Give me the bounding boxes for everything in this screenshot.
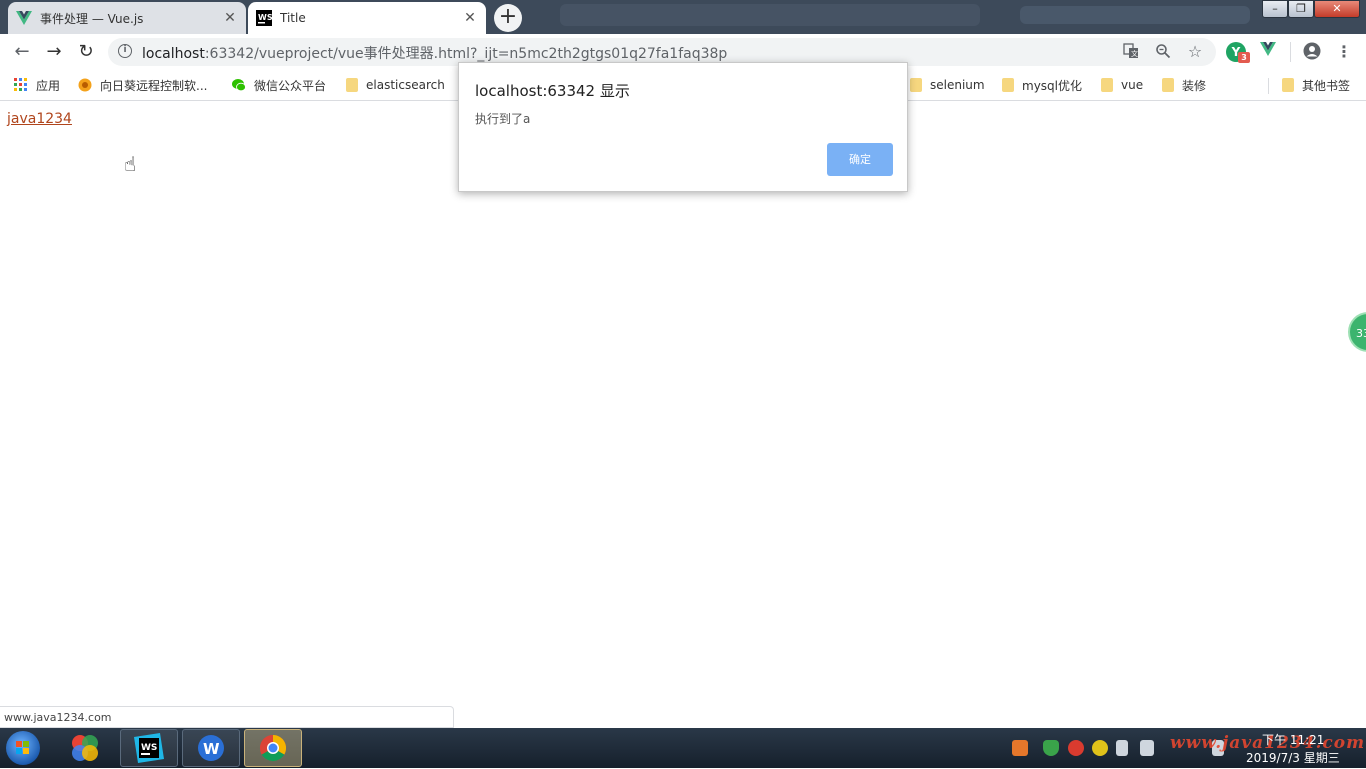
forward-button[interactable]: → [42,40,66,64]
bookmark-wechat[interactable]: 微信公众平台 [232,76,326,94]
start-button[interactable] [4,730,44,766]
bookmark-label: 应用 [36,78,61,93]
minimize-button[interactable]: – [1262,0,1288,18]
taskbar-app-colorful[interactable] [56,729,114,767]
tray-flag-icon[interactable] [1140,740,1154,756]
bookmark-label: vue [1121,78,1144,92]
extension-icon[interactable]: Y 3 [1226,42,1250,63]
tab-title: Title [280,11,306,25]
reload-button[interactable]: ↻ [74,40,98,64]
hand-cursor-icon: ☝ [124,152,137,176]
folder-icon [910,78,922,92]
chrome-icon [259,734,287,762]
clock-time[interactable]: 下午 11:21 [1262,731,1324,748]
bookmarks-divider [1268,78,1269,94]
bookmark-decoration[interactable]: 装修 [1162,76,1206,94]
info-icon[interactable]: i [118,44,132,58]
bookmark-sunflower[interactable]: 向日葵远程控制软... [78,76,207,94]
folder-icon [1282,78,1294,92]
close-window-button[interactable]: ✕ [1314,0,1360,18]
dialog-message: 执行到了a [475,112,531,126]
bookmark-label: 其他书签 [1302,78,1351,93]
tray-shield-icon[interactable] [1043,740,1059,756]
new-tab-button[interactable]: + [494,4,522,32]
svg-text:W: W [203,740,220,758]
folder-icon [1162,78,1174,92]
extension-badge: 3 [1238,52,1250,63]
webstorm-logo-icon: WS [256,10,272,26]
tab-close-icon[interactable]: ✕ [462,10,478,26]
svg-text:文: 文 [1131,49,1138,58]
url-text[interactable]: localhost:63342/vueproject/vue事件处理器.html… [142,43,727,63]
blurred-region [1020,6,1250,24]
taskbar-app-wps[interactable]: W [182,729,240,767]
blurred-region [560,4,980,26]
folder-icon [1002,78,1014,92]
tab-close-icon[interactable]: ✕ [222,10,238,26]
bookmark-label: 微信公众平台 [254,78,327,93]
taskbar-app-webstorm[interactable]: WS [120,729,178,767]
bookmark-vue[interactable]: vue [1101,76,1143,94]
apps-grid-icon [14,78,27,91]
folder-icon [346,78,358,92]
bookmark-selenium[interactable]: selenium [910,76,985,94]
taskbar-app-chrome[interactable] [244,729,302,767]
tab-strip: 事件处理 — Vue.js ✕ WS Title ✕ + – ❐ ✕ [0,0,1366,34]
bookmark-label: 装修 [1182,78,1207,93]
menu-icon[interactable]: ⋮ [1334,42,1354,62]
tab-title-page[interactable]: WS Title ✕ [248,2,486,34]
tray-antivirus-icon[interactable] [1068,740,1084,756]
java1234-link[interactable]: java1234 [7,111,72,127]
tab-title: 事件处理 — Vue.js [40,11,144,26]
toolbar-divider [1290,42,1291,62]
restore-button[interactable]: ❐ [1288,0,1314,18]
vue-devtools-icon[interactable] [1258,42,1278,62]
bookmark-apps[interactable]: 应用 [14,76,60,94]
tab-vue-docs[interactable]: 事件处理 — Vue.js ✕ [8,2,246,34]
translate-icon[interactable]: 文 [1122,43,1140,61]
dialog-title: localhost:63342 显示 [475,82,630,100]
bookmark-other[interactable]: 其他书签 [1282,76,1350,94]
vue-logo-icon [16,10,32,26]
taskbar: WS W www.java1234.com [0,728,1366,768]
sunflower-icon [78,78,92,92]
zoom-icon[interactable] [1154,43,1172,61]
wechat-icon [232,79,246,92]
ok-button[interactable]: 确定 [827,143,893,176]
tray-sogou-icon[interactable] [1012,740,1028,756]
webstorm-icon: WS [134,733,164,763]
bookmark-mysql[interactable]: mysql优化 [1002,76,1082,94]
bookmark-label: elasticsearch [366,78,445,92]
back-button[interactable]: ← [10,40,34,64]
windows-orb-icon [6,731,40,765]
floating-widget[interactable]: 33 [1348,312,1366,352]
folder-icon [1101,78,1113,92]
clock-date[interactable]: 2019/7/3 星期三 [1246,749,1340,766]
status-bubble: www.java1234.com [0,706,454,728]
bookmark-label: mysql优化 [1022,78,1082,93]
bookmark-label: 向日葵远程控制软... [100,78,208,93]
profile-avatar-icon[interactable] [1302,42,1322,62]
tray-plus-icon[interactable] [1092,740,1108,756]
tray-network-icon[interactable] [1116,740,1128,756]
bookmark-elasticsearch[interactable]: elasticsearch [346,76,445,94]
svg-text:WS: WS [141,743,157,753]
bookmark-star-icon[interactable]: ☆ [1186,43,1204,61]
colorful-app-icon [72,735,98,761]
bookmark-label: selenium [930,78,985,92]
alert-dialog: localhost:63342 显示 执行到了a 确定 [458,62,908,192]
wps-icon: W [198,735,224,761]
svg-text:WS: WS [258,13,272,22]
